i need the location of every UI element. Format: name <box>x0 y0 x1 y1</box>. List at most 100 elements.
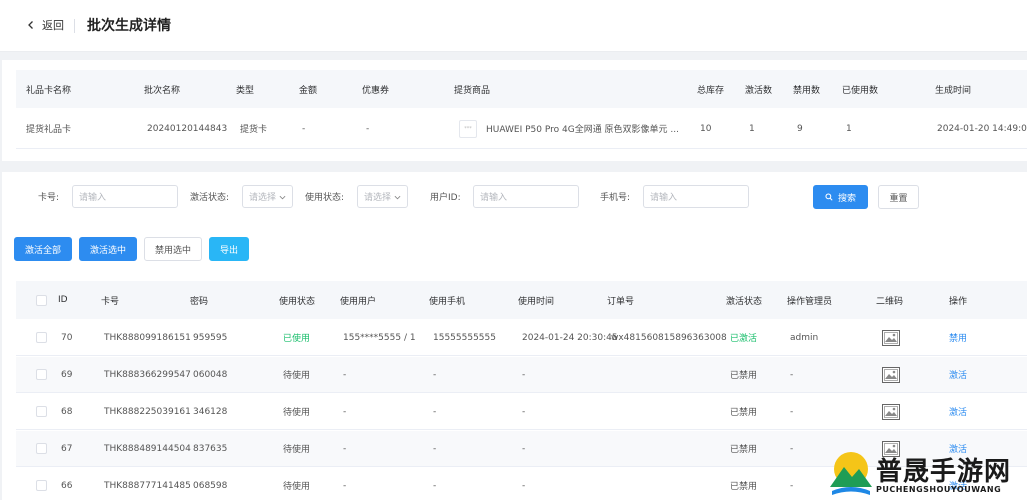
card-no-input[interactable]: 请输入 <box>72 185 178 208</box>
row-use-status: 已使用 <box>283 334 311 344</box>
row-activation-status: 已禁用 <box>730 482 758 492</box>
row-password: 959595 <box>193 332 228 343</box>
card-type: 提货卡 <box>240 125 268 135</box>
row-activation-status: 已禁用 <box>730 371 758 381</box>
col-user: 使用用户 <box>340 296 377 307</box>
activated-count: 1 <box>749 123 755 134</box>
row-select-cell <box>36 394 47 429</box>
row-id: 68 <box>61 406 73 417</box>
disable-selected-button[interactable]: 禁用选中 <box>144 237 202 261</box>
goods-thumbnail: *** <box>459 119 477 138</box>
row-checkbox[interactable] <box>36 332 47 343</box>
row-user: 155****5555 / 1 <box>343 332 416 343</box>
usage-status-placeholder: 请选择 <box>364 193 392 203</box>
phone-input[interactable]: 请输入 <box>643 185 749 208</box>
batch-info-row: 提货礼品卡 20240120144843 提货卡 - - *** HUAWEI … <box>16 109 1027 149</box>
row-checkbox[interactable] <box>36 443 47 454</box>
chevron-down-icon <box>394 195 401 200</box>
row-order-no: wx481560815896363008 <box>611 332 727 343</box>
row-use-time: - <box>522 406 526 417</box>
col-batch-name: 批次名称 <box>144 85 181 96</box>
row-checkbox[interactable] <box>36 480 47 491</box>
col-phone: 使用手机 <box>429 296 466 307</box>
activation-status-placeholder: 请选择 <box>249 193 277 203</box>
row-qrcode-cell <box>882 394 900 429</box>
row-phone: - <box>433 480 437 491</box>
row-use-time: 2024-01-24 20:30:45 <box>522 332 618 343</box>
total-stock: 10 <box>700 123 712 134</box>
created-at: 2024-01-20 14:49:00 <box>937 123 1027 134</box>
goods-name: HUAWEI P50 Pro 4G全网通 原色双影像单元 ... <box>486 125 680 135</box>
reset-button[interactable]: 重置 <box>878 185 919 209</box>
card-no-label: 卡号: <box>38 193 60 203</box>
batch-name: 20240120144843 <box>147 123 228 134</box>
activate-selected-button[interactable]: 激活选中 <box>79 237 137 261</box>
row-card-no: THK888099186151 <box>104 332 191 343</box>
search-label: 搜索 <box>837 193 856 204</box>
card-name: 提货礼品卡 <box>26 125 72 135</box>
row-admin: - <box>790 443 794 454</box>
activation-status-select[interactable]: 请选择 <box>242 185 293 208</box>
row-id: 70 <box>61 332 73 343</box>
row-user: - <box>343 369 347 380</box>
coupon: - <box>366 123 370 134</box>
row-card-no: THK888225039161 <box>104 406 191 417</box>
qrcode-image-icon[interactable] <box>882 366 900 383</box>
qrcode-image-icon[interactable] <box>882 403 900 420</box>
row-checkbox[interactable] <box>36 406 47 417</box>
search-button[interactable]: 搜索 <box>813 185 868 209</box>
user-id-input[interactable]: 请输入 <box>473 185 579 208</box>
col-card-name: 礼品卡名称 <box>26 85 72 96</box>
header-divider <box>74 19 75 33</box>
back-label: 返回 <box>42 19 64 32</box>
back-button[interactable]: 返回 <box>26 17 64 33</box>
row-password: 068598 <box>193 480 228 491</box>
row-user: - <box>343 406 347 417</box>
row-id: 66 <box>61 480 73 491</box>
activate-all-button[interactable]: 激活全部 <box>14 237 72 261</box>
row-use-time: - <box>522 369 526 380</box>
col-password: 密码 <box>190 296 209 307</box>
row-action-link[interactable]: 激活 <box>949 357 967 392</box>
export-button[interactable]: 导出 <box>209 237 249 261</box>
row-qrcode-cell <box>882 320 900 355</box>
col-amount: 金额 <box>299 85 318 96</box>
col-activation-status: 激活状态 <box>726 296 763 307</box>
row-use-status: 待使用 <box>283 445 311 455</box>
used-count: 1 <box>846 123 852 134</box>
row-use-status: 待使用 <box>283 482 311 492</box>
row-password: 346128 <box>193 406 228 417</box>
row-select-cell <box>36 431 47 466</box>
row-id: 67 <box>61 443 73 454</box>
row-select-cell <box>36 320 47 355</box>
row-activation-status: 已禁用 <box>730 445 758 455</box>
watermark-title: 普晟手游网 <box>876 457 1012 487</box>
row-card-no: THK888777141485 <box>104 480 191 491</box>
row-checkbox[interactable] <box>36 369 47 380</box>
col-order-no: 订单号 <box>607 296 635 307</box>
chevron-left-icon <box>28 21 33 29</box>
row-action-link[interactable]: 禁用 <box>949 320 967 355</box>
usage-status-select[interactable]: 请选择 <box>357 185 408 208</box>
row-user: - <box>343 443 347 454</box>
goods-cell: *** HUAWEI P50 Pro 4G全网通 原色双影像单元 ... <box>459 109 679 148</box>
batch-info-header: 礼品卡名称 批次名称 类型 金额 优惠券 提货商品 总库存 激活数 禁用数 已使… <box>16 70 1027 108</box>
row-phone: - <box>433 369 437 380</box>
table-row: 69 THK888366299547 060048 待使用 - - - 已禁用 … <box>16 357 1027 393</box>
col-activated: 激活数 <box>745 85 773 96</box>
select-all-checkbox[interactable] <box>36 294 47 306</box>
amount: - <box>302 123 306 134</box>
row-id: 69 <box>61 369 73 380</box>
batch-info-card: 礼品卡名称 批次名称 类型 金额 优惠券 提货商品 总库存 激活数 禁用数 已使… <box>2 60 1027 161</box>
row-use-time: - <box>522 443 526 454</box>
row-action-link[interactable]: 激活 <box>949 394 967 429</box>
table-header: ID 卡号 密码 使用状态 使用用户 使用手机 使用时间 订单号 激活状态 操作… <box>16 281 1027 319</box>
row-admin: - <box>790 480 794 491</box>
row-qrcode-cell <box>882 357 900 392</box>
col-action: 操作 <box>949 296 968 307</box>
qrcode-image-icon[interactable] <box>882 329 900 346</box>
select-all-cell <box>36 281 47 319</box>
col-coupon: 优惠券 <box>362 85 390 96</box>
row-card-no: THK888489144504 <box>104 443 191 454</box>
col-total-stock: 总库存 <box>697 85 725 96</box>
